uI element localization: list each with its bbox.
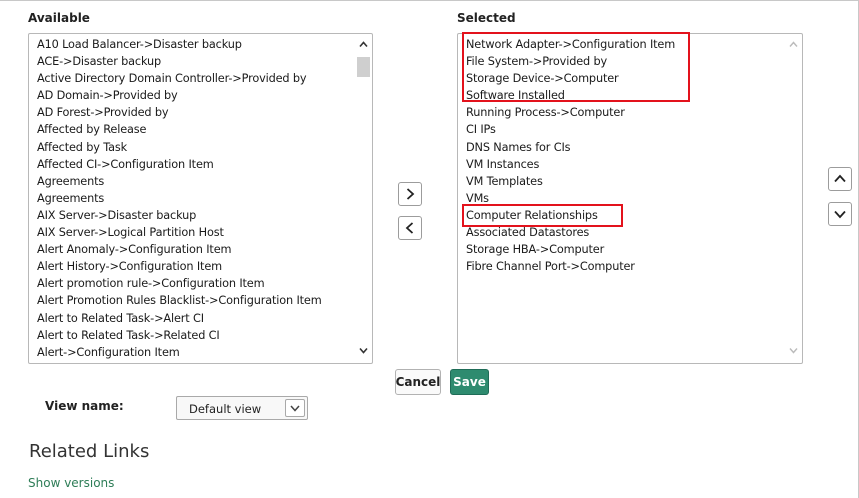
available-list-item[interactable]: Alert promotion rule->Configuration Item bbox=[37, 275, 372, 292]
view-name-value: Default view bbox=[189, 402, 262, 416]
view-name-select[interactable]: Default view bbox=[176, 396, 308, 420]
chevron-up-icon bbox=[834, 174, 846, 183]
chevron-left-icon bbox=[405, 222, 414, 234]
selected-list-item[interactable]: VMs bbox=[466, 190, 802, 207]
remove-button[interactable] bbox=[398, 216, 422, 240]
scroll-down-icon[interactable] bbox=[358, 345, 369, 356]
chevron-down-icon bbox=[834, 210, 846, 219]
selected-list-item[interactable]: DNS Names for CIs bbox=[466, 139, 802, 156]
frame-top-border bbox=[0, 0, 859, 1]
cancel-button[interactable]: Cancel bbox=[395, 369, 441, 395]
selected-list-item[interactable]: Running Process->Computer bbox=[466, 104, 802, 121]
available-list-item[interactable]: Agreements bbox=[37, 173, 372, 190]
available-list-item[interactable]: Affected CI->Configuration Item bbox=[37, 156, 372, 173]
dropdown-button[interactable] bbox=[285, 399, 305, 417]
selected-list-item[interactable]: VM Templates bbox=[466, 173, 802, 190]
available-list-item[interactable]: ACE->Disaster backup bbox=[37, 53, 372, 70]
selected-list-item[interactable]: Network Adapter->Configuration Item bbox=[466, 36, 802, 53]
available-list-item[interactable]: Alert Anomaly->Configuration Item bbox=[37, 241, 372, 258]
available-list-item[interactable]: Alert->Configuration Item bbox=[37, 344, 372, 361]
selected-scrollbar[interactable] bbox=[786, 35, 801, 362]
available-list-item[interactable]: Alert Promotion Rules Blacklist->Configu… bbox=[37, 292, 372, 309]
selected-list-item[interactable]: Computer Relationships bbox=[466, 207, 802, 224]
available-list-item[interactable]: Alert History->Configuration Item bbox=[37, 258, 372, 275]
selected-list-item[interactable]: Software Installed bbox=[466, 87, 802, 104]
selected-list-item[interactable]: CI IPs bbox=[466, 121, 802, 138]
available-list-item[interactable]: Active Directory Domain Controller->Prov… bbox=[37, 70, 372, 87]
available-scrollbar[interactable] bbox=[356, 35, 371, 362]
chevron-down-icon bbox=[290, 405, 300, 412]
view-name-label: View name: bbox=[45, 399, 124, 413]
available-list-item[interactable]: Agreements bbox=[37, 190, 372, 207]
available-list-item[interactable]: AD Forest->Provided by bbox=[37, 104, 372, 121]
move-down-button[interactable] bbox=[828, 202, 852, 226]
available-list: A10 Load Balancer->Disaster backup ACE->D… bbox=[29, 34, 372, 361]
scroll-down-icon[interactable] bbox=[788, 345, 799, 356]
move-up-button[interactable] bbox=[828, 167, 852, 191]
selected-list-item[interactable]: File System->Provided by bbox=[466, 53, 802, 70]
show-versions-link[interactable]: Show versions bbox=[28, 476, 114, 490]
scroll-up-icon[interactable] bbox=[358, 39, 369, 50]
available-list-item[interactable]: A10 Load Balancer->Disaster backup bbox=[37, 36, 372, 53]
add-button[interactable] bbox=[398, 182, 422, 206]
available-title: Available bbox=[28, 11, 90, 25]
selected-list-item[interactable]: Storage HBA->Computer bbox=[466, 241, 802, 258]
scroll-up-icon[interactable] bbox=[788, 39, 799, 50]
selected-list: Network Adapter->Configuration Item File … bbox=[458, 34, 802, 275]
selected-list-item[interactable]: Storage Device->Computer bbox=[466, 70, 802, 87]
selected-list-item[interactable]: Fibre Channel Port->Computer bbox=[466, 258, 802, 275]
selected-listbox[interactable]: Network Adapter->Configuration Item File … bbox=[457, 33, 803, 364]
available-listbox[interactable]: A10 Load Balancer->Disaster backup ACE->D… bbox=[28, 33, 373, 364]
selected-list-item[interactable]: Associated Datastores bbox=[466, 224, 802, 241]
selected-title: Selected bbox=[457, 11, 516, 25]
save-button[interactable]: Save bbox=[450, 369, 489, 395]
available-list-item[interactable]: AIX Server->Logical Partition Host bbox=[37, 224, 372, 241]
related-links-title: Related Links bbox=[29, 441, 150, 462]
available-list-item[interactable]: Affected by Task bbox=[37, 139, 372, 156]
available-list-item[interactable]: AIX Server->Disaster backup bbox=[37, 207, 372, 224]
selected-list-item[interactable]: VM Instances bbox=[466, 156, 802, 173]
available-list-item[interactable]: AD Domain->Provided by bbox=[37, 87, 372, 104]
available-list-item[interactable]: Alert to Related Task->Related CI bbox=[37, 327, 372, 344]
available-list-item[interactable]: Affected by Release bbox=[37, 121, 372, 138]
available-list-item[interactable]: Alert to Related Task->Alert CI bbox=[37, 310, 372, 327]
chevron-right-icon bbox=[406, 188, 415, 200]
scroll-thumb[interactable] bbox=[357, 57, 370, 77]
